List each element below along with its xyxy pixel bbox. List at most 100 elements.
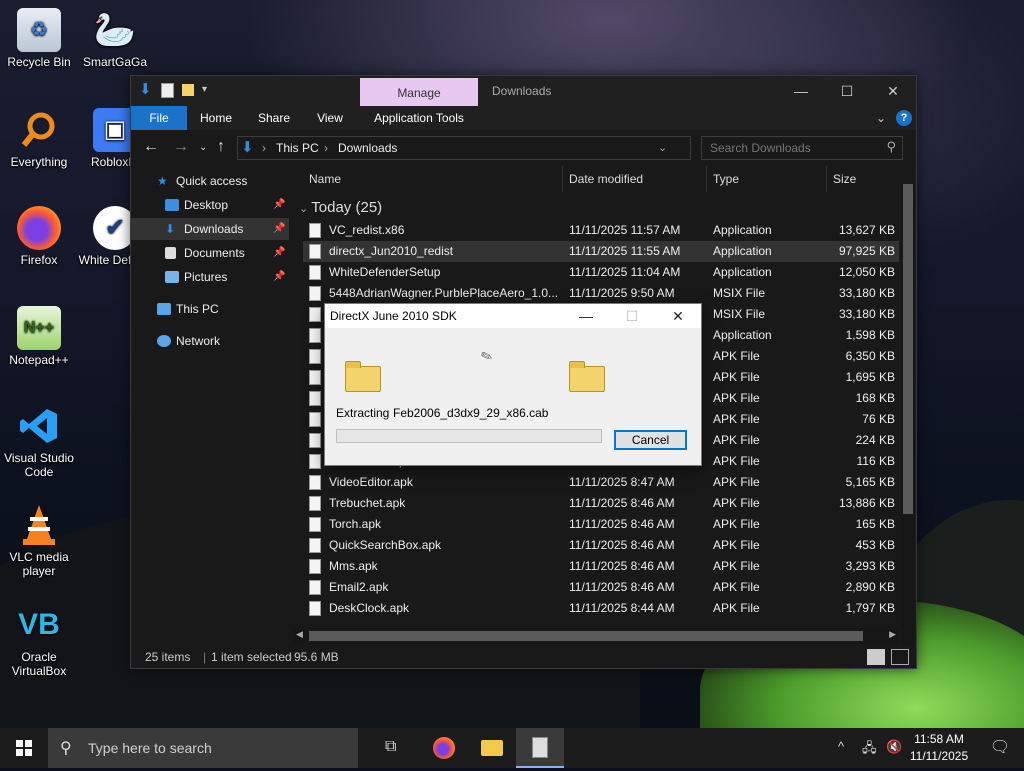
taskbar-firefox[interactable]	[420, 728, 468, 768]
desktop-icon-everything[interactable]: Everything	[0, 108, 82, 169]
file-date: 11/11/2025 11:04 AM	[569, 265, 681, 279]
new-folder-icon[interactable]	[182, 84, 194, 96]
taskbar-directx-setup[interactable]	[516, 728, 564, 768]
status-bar: 25 items | 1 item selected 95.6 MB	[131, 646, 916, 668]
scroll-left-icon[interactable]: ◀	[296, 629, 303, 640]
file-size: 3,293 KB	[845, 559, 895, 573]
column-date-modified[interactable]: Date modified	[563, 166, 707, 192]
file-row[interactable]: Email2.apk 11/11/2025 8:46 AM APK File 2,89…	[303, 577, 899, 598]
address-bar[interactable]: ⬇ › This PC › Downloads ⌄ ↻	[237, 136, 789, 160]
close-button[interactable]: ✕	[870, 76, 916, 106]
notepadpp-icon: N++	[17, 306, 61, 350]
dialog-close-button[interactable]: ✕	[655, 304, 701, 328]
documents-icon	[165, 247, 176, 259]
nav-item-network[interactable]: Network	[131, 330, 289, 352]
tab-home[interactable]: Home	[193, 106, 239, 130]
file-row[interactable]: Mms.apk 11/11/2025 8:46 AM APK File 3,293 K…	[303, 556, 899, 577]
desktop-icon-vscode[interactable]: Visual Studio Code	[0, 404, 82, 479]
file-icon	[309, 601, 321, 616]
clock[interactable]: 11:58 AM 11/11/2025	[900, 731, 978, 765]
file-row[interactable]: VideoEditor.apk 11/11/2025 8:47 AM APK Fil…	[303, 472, 899, 493]
tab-share[interactable]: Share	[251, 106, 297, 130]
address-dropdown-icon[interactable]: ⌄	[658, 137, 667, 159]
forward-arrow-icon[interactable]: →	[173, 138, 189, 156]
scroll-right-icon[interactable]: ▶	[889, 629, 896, 640]
dialog-title-bar[interactable]: DirectX June 2010 SDK — ☐ ✕	[325, 304, 701, 328]
file-icon	[309, 391, 321, 406]
tab-file[interactable]: File	[131, 106, 187, 130]
notification-icon[interactable]: 🗨	[980, 728, 1020, 768]
desktop-icon-firefox[interactable]: Firefox	[0, 206, 82, 267]
desktop-icon-virtualbox[interactable]: VB Oracle VirtualBox	[0, 603, 82, 679]
clock-date: 11/11/2025	[909, 749, 969, 763]
dialog-minimize-button[interactable]: —	[563, 304, 609, 328]
file-row[interactable]: VC_redist.x86 11/11/2025 11:57 AM Applicat…	[303, 220, 899, 241]
desktop-icon-smartgaga[interactable]: 🦢 SmartGaGa	[72, 8, 158, 69]
taskbar-file-explorer[interactable]	[468, 728, 516, 768]
file-size: 5,165 KB	[845, 475, 895, 489]
desktop-icon-label: Visual Studio Code	[4, 451, 74, 479]
file-size: 12,050 KB	[838, 265, 895, 279]
column-size[interactable]: Size	[827, 166, 899, 192]
nav-item-quick-access[interactable]: ★ Quick access	[131, 170, 289, 192]
extract-dialog[interactable]: DirectX June 2010 SDK — ☐ ✕ ✎ Extracting…	[324, 303, 702, 466]
nav-item-pictures[interactable]: Pictures 📌	[131, 266, 289, 288]
title-bar[interactable]: ⬇ ▾ Manage Downloads — ☐ ✕	[131, 76, 916, 106]
file-row[interactable]: 5448AdrianWagner.PurblePlaceAero_1.0... 1…	[303, 283, 899, 304]
file-type: Application	[713, 223, 772, 237]
file-row[interactable]: DeskClock.apk 11/11/2025 8:44 AM APK File 1…	[303, 598, 899, 619]
back-arrow-icon[interactable]: ←	[143, 138, 159, 156]
start-button[interactable]	[0, 728, 48, 768]
file-row[interactable]: WhiteDefenderSetup 11/11/2025 11:04 AM App…	[303, 262, 899, 283]
customize-qa-icon[interactable]: ▾	[202, 82, 216, 98]
nav-item-downloads[interactable]: ⬇ Downloads 📌	[131, 218, 289, 240]
tab-application-tools[interactable]: Application Tools	[365, 106, 473, 130]
source-folder-icon	[345, 361, 381, 392]
vertical-scrollbar[interactable]	[901, 184, 915, 648]
taskbar-search[interactable]: ⚲ Type here to search	[48, 728, 358, 768]
status-size: 95.6 MB	[294, 650, 339, 664]
file-row[interactable]: Torch.apk 11/11/2025 8:46 AM APK File 165 K…	[303, 514, 899, 535]
nav-item-desktop[interactable]: Desktop 📌	[131, 194, 289, 216]
large-icons-view-icon[interactable]	[891, 649, 909, 665]
network-icon[interactable]: 🖧	[862, 739, 877, 761]
file-type: APK File	[713, 601, 760, 615]
download-arrow-icon[interactable]: ⬇	[139, 82, 153, 98]
desktop-icon-notepadpp[interactable]: N++ Notepad++	[0, 306, 82, 367]
search-box[interactable]: ⚲	[701, 136, 903, 160]
scroll-thumb[interactable]	[903, 184, 913, 514]
expand-ribbon-icon[interactable]: ⌄	[873, 106, 889, 130]
column-type[interactable]: Type	[707, 166, 827, 192]
file-row[interactable]: Trebuchet.apk 11/11/2025 8:46 AM APK File 1…	[303, 493, 899, 514]
up-arrow-icon[interactable]: ↑	[217, 138, 225, 156]
details-view-icon[interactable]	[867, 649, 885, 665]
breadcrumb-separator: ›	[324, 141, 328, 155]
nav-item-this-pc[interactable]: This PC	[131, 298, 289, 320]
tab-manage[interactable]: Manage	[360, 78, 478, 106]
column-name[interactable]: Name	[303, 166, 563, 192]
file-row[interactable]: directx_Jun2010_redist 11/11/2025 11:55 A…	[303, 241, 899, 262]
file-name: Email2.apk	[329, 580, 389, 594]
file-size: 1,797 KB	[845, 601, 895, 615]
file-row[interactable]: QuickSearchBox.apk 11/11/2025 8:46 AM APK …	[303, 535, 899, 556]
cancel-button[interactable]: Cancel	[614, 430, 687, 450]
maximize-button[interactable]: ☐	[824, 76, 870, 106]
file-type: APK File	[713, 580, 760, 594]
tab-view[interactable]: View	[307, 106, 353, 130]
group-header-today[interactable]: ⌄ Today (25)	[299, 199, 382, 216]
help-icon[interactable]: ?	[896, 110, 912, 126]
search-input[interactable]	[708, 139, 882, 157]
desktop-icon-recycle-bin[interactable]: ♻ Recycle Bin	[0, 8, 82, 69]
recent-locations-icon[interactable]: ⌄	[199, 142, 207, 153]
breadcrumb-this-pc[interactable]: This PC	[276, 137, 319, 159]
nav-item-documents[interactable]: Documents 📌	[131, 242, 289, 264]
breadcrumb-downloads[interactable]: Downloads	[338, 137, 397, 159]
minimize-button[interactable]: —	[778, 76, 824, 106]
chevron-up-icon[interactable]: ^	[838, 739, 844, 754]
horizontal-scrollbar[interactable]: ◀ ▶	[293, 628, 899, 644]
desktop-icon-vlc[interactable]: VLC media player	[0, 503, 82, 578]
scroll-thumb[interactable]	[309, 631, 863, 641]
properties-icon[interactable]	[161, 82, 174, 98]
task-view-button[interactable]: ⧉	[370, 728, 418, 768]
desktop-icon-label: SmartGaGa	[82, 55, 148, 69]
